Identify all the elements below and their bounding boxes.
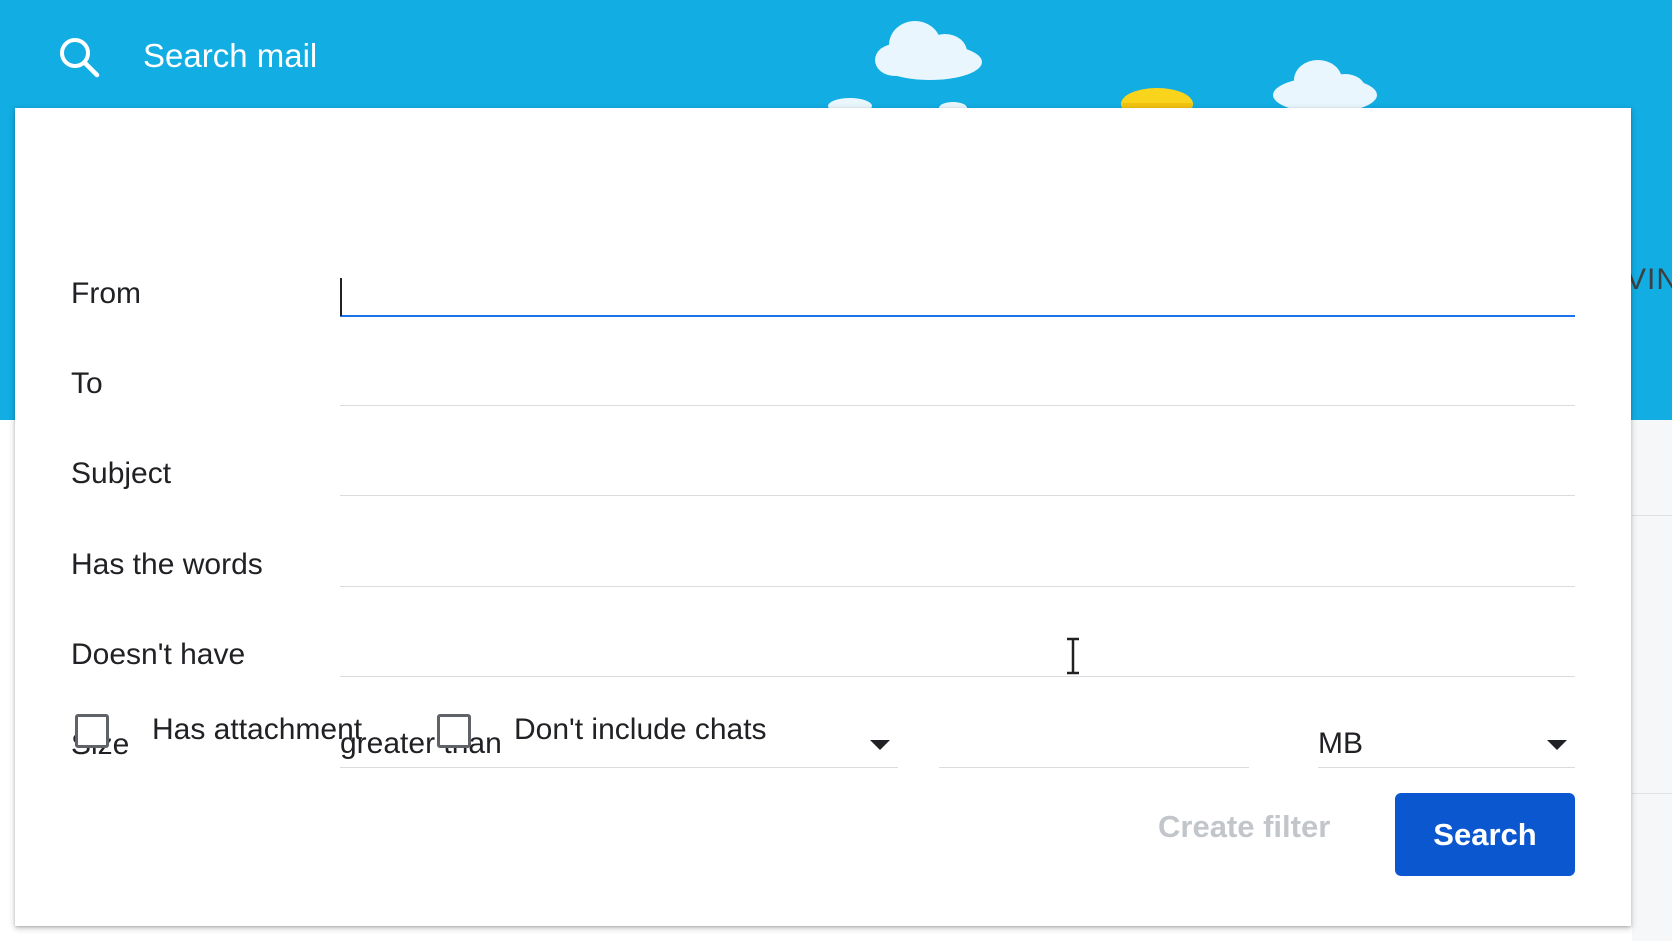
has-words-label: Has the words [71,548,263,581]
search-button[interactable]: Search [1395,793,1575,876]
dropdown-arrow-icon [1547,740,1567,750]
has-attachment-label[interactable]: Has attachment [152,709,362,751]
dont-include-chats-checkbox[interactable] [437,714,471,748]
divider [1632,793,1672,794]
doesnt-have-label: Doesn't have [71,638,246,671]
to-input[interactable] [340,362,1575,406]
search-input-placeholder[interactable]: Search mail [143,34,317,78]
to-label: To [71,367,103,400]
background-partial-text: VIN [1626,263,1672,296]
has-words-input[interactable] [340,543,1575,587]
size-unit-select[interactable]: MB [1318,722,1575,768]
from-label: From [71,277,141,310]
dont-include-chats-label[interactable]: Don't include chats [514,709,767,751]
advanced-search-panel: From To Subject Has the words Doesn't ha… [15,108,1631,926]
background-inbox-strip [1632,420,1672,941]
search-bar[interactable]: Search mail [0,0,1672,108]
subject-label: Subject [71,457,172,490]
doesnt-have-input[interactable] [340,633,1575,677]
size-unit-value: MB [1318,727,1363,760]
text-caret [340,278,342,316]
from-input[interactable] [340,273,1575,317]
size-value-input[interactable] [939,722,1249,768]
size-operator-value: greater than [340,727,502,760]
subject-input[interactable] [340,452,1575,496]
divider [1632,515,1672,516]
has-attachment-checkbox[interactable] [75,714,109,748]
dropdown-arrow-icon [870,740,890,750]
search-icon[interactable] [56,34,102,80]
text-cursor-icon [1067,637,1079,675]
create-filter-button[interactable]: Create filter [1158,805,1330,849]
